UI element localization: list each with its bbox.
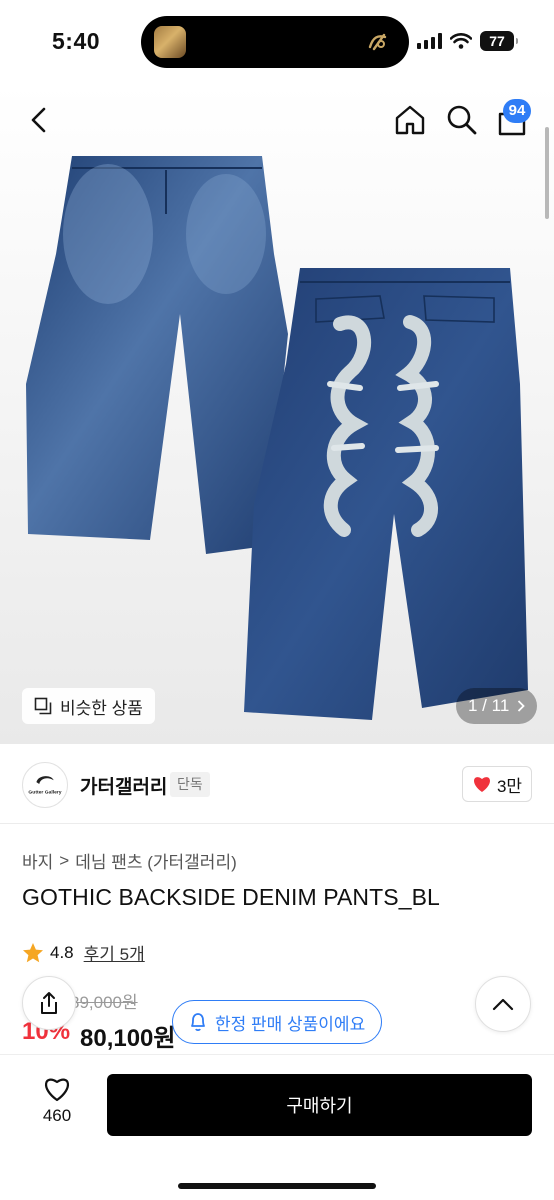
product-image-gallery[interactable]: 비슷한 상품 1 / 11 (0, 84, 554, 744)
top-navigation (0, 84, 554, 158)
page-scrollbar[interactable] (545, 127, 549, 219)
brand-name[interactable]: 가터갤러리 (80, 772, 167, 799)
heart-icon (473, 777, 490, 792)
limited-sale-notice[interactable]: 한정 판매 상품이에요 (172, 1000, 383, 1044)
review-count-link[interactable]: 후기 5개 (84, 940, 145, 965)
scroll-to-top-button[interactable] (475, 976, 531, 1032)
similar-products-label: 비슷한 상품 (60, 698, 143, 718)
home-indicator[interactable] (178, 1183, 376, 1189)
purchase-bar: 460 구매하기 (0, 1054, 554, 1200)
brand-logo[interactable]: Gutter Gallery (22, 762, 68, 808)
product-title: GOTHIC BACKSIDE DENIM PANTS_BL (22, 884, 440, 910)
breadcrumb-separator: > (59, 850, 70, 870)
cart-count-badge: 94 (503, 99, 531, 123)
bell-icon (191, 1013, 205, 1032)
status-bar: 5:40 77 (0, 0, 554, 84)
rating-score: 4.8 (50, 942, 74, 962)
original-price: 89,000원 (70, 993, 138, 1012)
share-button[interactable] (22, 976, 76, 1030)
rating-row: 4.8 후기 5개 (22, 940, 145, 965)
wishlist-count: 460 (42, 1106, 72, 1125)
battery-icon: 77 (480, 31, 518, 51)
share-icon (41, 992, 57, 1014)
back-icon[interactable] (22, 102, 58, 138)
svg-text:Gutter Gallery: Gutter Gallery (28, 790, 61, 796)
like-button[interactable]: 3만 (462, 766, 532, 802)
image-page-count: 1 / 11 (468, 696, 510, 715)
exclusive-badge: 단독 (170, 772, 210, 797)
breadcrumb: 바지 > 데님 팬츠 (가터갤러리) (22, 848, 237, 873)
signal-icon (417, 33, 442, 49)
chevron-up-icon (492, 998, 514, 1011)
heart-outline-icon (45, 1078, 69, 1102)
now-playing-artwork (154, 26, 186, 58)
dynamic-island (141, 16, 409, 68)
chevron-right-icon (518, 700, 526, 712)
star-icon (23, 942, 43, 962)
squares-icon (34, 697, 52, 715)
waveform-icon (368, 33, 387, 51)
wishlist-button[interactable]: 460 (34, 1075, 80, 1141)
home-icon[interactable] (392, 102, 428, 138)
limited-sale-label: 한정 판매 상품이에요 (215, 1014, 366, 1034)
like-count: 3만 (496, 776, 523, 796)
breadcrumb-category[interactable]: 바지 (22, 848, 53, 873)
image-page-indicator[interactable]: 1 / 11 (456, 688, 538, 724)
status-time: 5:40 (52, 28, 101, 54)
similar-products-button[interactable]: 비슷한 상품 (22, 688, 155, 724)
brand-row: Gutter Gallery 가터갤러리 단독 3만 (0, 744, 554, 824)
wifi-icon (450, 33, 472, 49)
search-icon[interactable] (444, 102, 480, 138)
breadcrumb-subcategory[interactable]: 데님 팬츠 (가터갤러리) (75, 848, 237, 873)
product-image (26, 156, 528, 720)
buy-button[interactable]: 구매하기 (107, 1074, 532, 1136)
sale-price: 80,100원 (80, 1025, 176, 1052)
status-indicators: 77 (417, 31, 518, 51)
